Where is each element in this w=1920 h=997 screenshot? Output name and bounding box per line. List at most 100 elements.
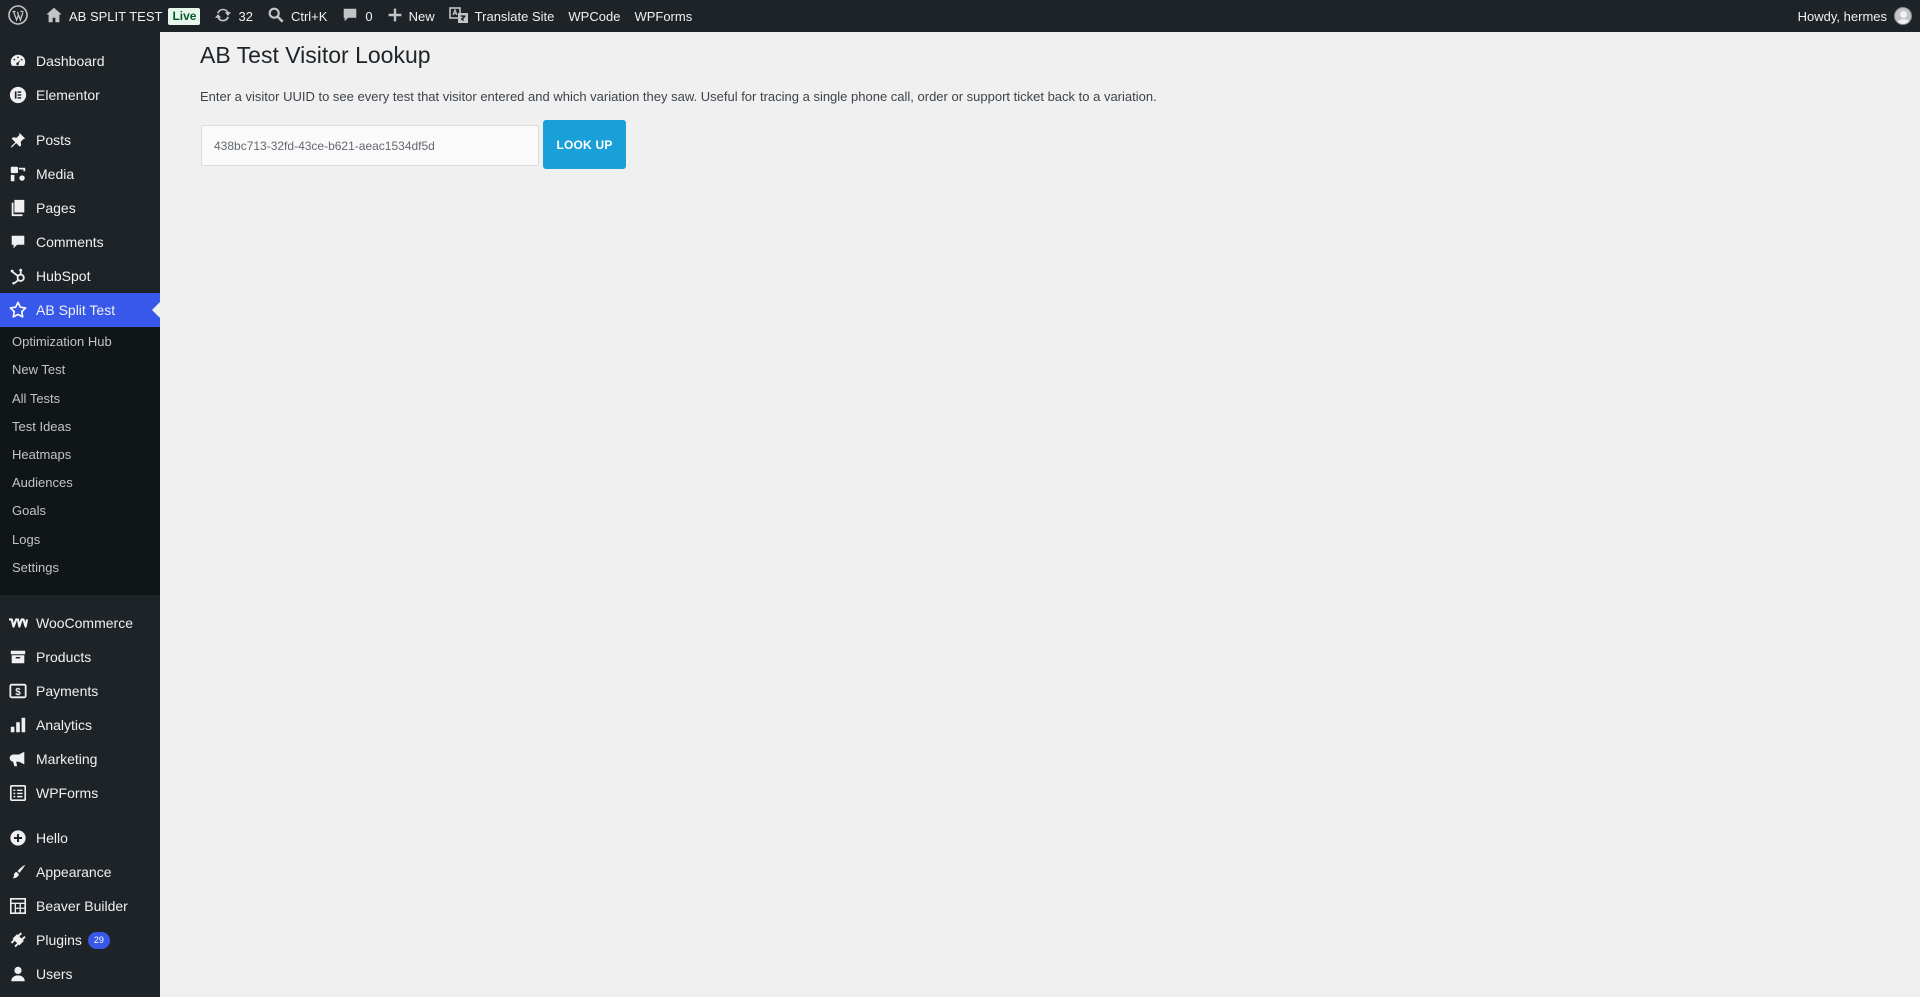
archive-icon [0,640,36,674]
page-title: AB Test Visitor Lookup [200,42,431,68]
submenu-item-all-tests[interactable]: All Tests [12,389,60,409]
sidebar-item-users[interactable]: Users [0,957,160,991]
sidebar-item-label: Elementor [36,87,100,103]
sidebar-item-label: Dashboard [36,53,105,69]
sidebar-item-label: Products [36,649,92,665]
sidebar-item-label: HubSpot [36,268,91,284]
sidebar-item-label: Users [36,966,73,982]
admin-bar: AB SPLIT TEST Live 32 Ctrl+K 0 New Trans… [0,0,1920,32]
main-content: AB Test Visitor Lookup Enter a visitor U… [160,32,1920,997]
wpcode-label: WPCode [568,8,621,24]
sidebar-item-comments[interactable]: Comments [0,225,160,259]
submenu-item-logs[interactable]: Logs [12,530,40,550]
sidebar-item-hubspot[interactable]: HubSpot [0,259,160,293]
sidebar-item-ab-split-test[interactable]: AB Split Test [0,293,160,327]
plug-icon [0,923,36,957]
updates-menu[interactable]: 32 [207,0,259,32]
sidebar-item-label: WPForms [36,785,99,801]
sidebar-item-posts[interactable]: Posts [0,123,160,157]
admin-sidebar: Dashboard Elementor Posts Media Pages Co… [0,32,160,997]
new-label: New [408,8,435,24]
wordpress-logo-icon [8,4,28,28]
home-icon [45,6,63,27]
site-name: AB SPLIT TEST [69,8,163,24]
wpforms-label: WPForms [634,8,693,24]
sidebar-item-wpforms[interactable]: WPForms [0,776,160,810]
plugins-update-badge: 29 [87,931,110,949]
user-greeting: Howdy, hermes [1797,8,1887,24]
pin-icon [0,123,36,157]
comments-menu[interactable]: 0 [334,0,379,32]
sidebar-item-beaver-builder[interactable]: Beaver Builder [0,889,160,923]
dashboard-icon [0,44,36,78]
sidebar-item-elementor[interactable]: Elementor [0,78,160,112]
plus-circle-icon [0,821,36,855]
wpforms-menu[interactable]: WPForms [627,0,699,32]
wpcode-menu[interactable]: WPCode [561,0,627,32]
sidebar-item-label: Media [36,166,75,182]
bar-chart-icon [0,708,36,742]
look-up-button[interactable]: LOOK UP [543,120,626,169]
live-badge: Live [168,7,201,25]
comment-icon [0,225,36,259]
updates-count: 32 [238,8,253,24]
sidebar-item-media[interactable]: Media [0,157,160,191]
star-icon [0,293,36,327]
elementor-icon [0,78,36,112]
sidebar-item-hello[interactable]: Hello [0,821,160,855]
sidebar-item-label: Appearance [36,864,112,880]
wordpress-logo-menu[interactable] [0,0,38,32]
page-description: Enter a visitor UUID to see every test t… [200,89,1157,104]
ab-split-test-submenu: Optimization Hub New Test All Tests Test… [0,327,160,595]
submenu-item-goals[interactable]: Goals [12,501,46,521]
grid-icon [0,889,36,923]
sidebar-item-label: Plugins [36,932,82,948]
submenu-item-heatmaps[interactable]: Heatmaps [12,445,71,465]
sidebar-item-payments[interactable]: $ Payments [0,674,160,708]
user-account-menu[interactable]: Howdy, hermes [1798,7,1920,25]
translate-site-menu[interactable]: Translate Site [442,0,562,32]
sidebar-item-label: AB Split Test [36,302,116,318]
sidebar-item-appearance[interactable]: Appearance [0,855,160,889]
sidebar-item-label: Pages [36,200,76,216]
avatar [1894,7,1912,25]
media-icon [0,157,36,191]
dollar-icon: $ [0,674,36,708]
sidebar-item-label: Analytics [36,717,93,733]
sidebar-item-label: Beaver Builder [36,898,128,914]
brush-icon [0,855,36,889]
submenu-item-new-test[interactable]: New Test [12,360,65,380]
search-shortcut: Ctrl+K [290,8,328,24]
megaphone-icon [0,742,36,776]
svg-text:$: $ [15,687,21,698]
translate-label: Translate Site [474,8,555,24]
sidebar-item-label: Comments [36,234,104,250]
comment-icon [341,6,359,27]
submenu-item-optimization-hub[interactable]: Optimization Hub [12,332,112,352]
sidebar-item-marketing[interactable]: Marketing [0,742,160,776]
translate-icon [448,5,469,28]
forms-icon [0,776,36,810]
woocommerce-icon [0,606,36,640]
refresh-icon [214,6,232,27]
pages-icon [0,191,36,225]
submenu-item-audiences[interactable]: Audiences [12,473,73,493]
sidebar-item-products[interactable]: Products [0,640,160,674]
sidebar-item-dashboard[interactable]: Dashboard [0,44,160,78]
site-name-menu[interactable]: AB SPLIT TEST Live [38,0,207,32]
comments-count: 0 [365,8,373,24]
sidebar-item-pages[interactable]: Pages [0,191,160,225]
search-icon [267,6,285,27]
submenu-item-settings[interactable]: Settings [12,558,59,578]
command-search[interactable]: Ctrl+K [260,0,334,32]
submenu-item-test-ideas[interactable]: Test Ideas [12,417,71,437]
new-content-menu[interactable]: New [380,0,442,32]
user-icon [0,957,36,991]
hubspot-icon [0,259,36,293]
sidebar-item-label: Posts [36,132,72,148]
sidebar-item-plugins[interactable]: Plugins 29 [0,923,160,957]
plus-icon [387,7,403,26]
visitor-uuid-input[interactable] [201,125,539,166]
sidebar-item-woocommerce[interactable]: WooCommerce [0,606,160,640]
sidebar-item-analytics[interactable]: Analytics [0,708,160,742]
